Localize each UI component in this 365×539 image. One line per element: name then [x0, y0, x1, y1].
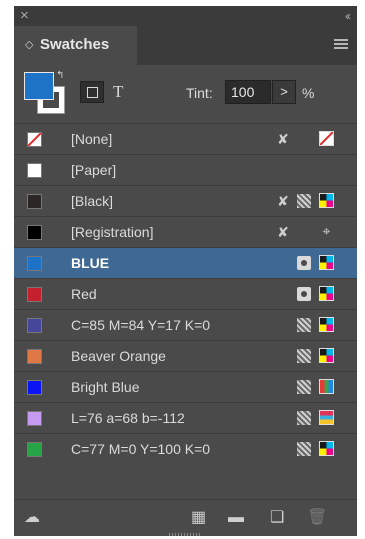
rgb-mode-icon: [319, 379, 334, 394]
swatches-panel: × ‹‹ ◇ Swatches ↰ T Tint: 100 > % [None]…: [14, 6, 357, 536]
swatch-row[interactable]: [Black] ✘: [14, 185, 357, 216]
swatch-name: [Registration]: [71, 224, 154, 240]
formatting-affects-container-icon[interactable]: [80, 81, 104, 103]
swatch-row[interactable]: L=76 a=68 b=-112: [14, 402, 357, 433]
tint-label: Tint:: [186, 85, 213, 101]
new-swatch-icon[interactable]: ❏: [270, 509, 284, 527]
swatch-color-chip: [27, 349, 42, 364]
close-icon[interactable]: ×: [20, 7, 29, 25]
tab-options-icon[interactable]: ◇: [25, 37, 33, 53]
spot-color-icon: [297, 256, 311, 270]
process-color-icon: [297, 411, 311, 425]
swatch-color-chip: [27, 194, 42, 209]
registration-icon: ⌖: [322, 223, 331, 239]
swatch-name: Beaver Orange: [71, 348, 166, 364]
swatch-color-chip: [27, 287, 42, 302]
none-color-icon: [319, 131, 334, 146]
swatch-color-chip: [27, 380, 42, 395]
swatch-name: C=77 M=0 Y=100 K=0: [71, 441, 211, 457]
lab-mode-icon: [319, 410, 334, 425]
swatch-name: [Black]: [71, 193, 114, 209]
swatch-color-chip: [27, 318, 42, 333]
swatch-row[interactable]: Bright Blue: [14, 371, 357, 402]
swap-fill-stroke-icon[interactable]: ↰: [56, 71, 64, 81]
swatch-name: Bright Blue: [71, 379, 140, 395]
process-color-icon: [297, 442, 311, 456]
cmyk-mode-icon: [319, 193, 334, 208]
panel-menu-icon[interactable]: [334, 39, 348, 50]
swatch-row[interactable]: [Paper]: [14, 154, 357, 185]
show-swatch-kinds-icon[interactable]: ▦: [191, 509, 206, 527]
panel-tab-row: ◇ Swatches: [14, 26, 357, 65]
swatch-row[interactable]: Red: [14, 278, 357, 309]
new-color-group-icon[interactable]: ▬: [228, 509, 244, 527]
process-color-icon: [297, 349, 311, 363]
formatting-affects-text-icon[interactable]: T: [113, 81, 123, 103]
cc-library-icon[interactable]: ☁: [24, 509, 40, 527]
process-color-icon: [297, 318, 311, 332]
non-editable-icon: ✘: [277, 224, 289, 240]
delete-swatch-icon[interactable]: 🗑: [307, 509, 327, 527]
tab-swatches[interactable]: ◇ Swatches: [14, 26, 137, 65]
swatch-name: [None]: [71, 131, 113, 147]
swatch-row[interactable]: [Registration] ✘ ⌖: [14, 216, 357, 247]
collapse-panel-icon[interactable]: ‹‹: [345, 7, 351, 25]
cmyk-mode-icon: [319, 286, 334, 301]
swatch-row[interactable]: Beaver Orange: [14, 340, 357, 371]
tint-input[interactable]: 100: [225, 80, 271, 104]
spot-color-icon: [297, 287, 311, 301]
swatch-color-chip: [27, 442, 42, 457]
swatch-row[interactable]: BLUE: [14, 247, 357, 278]
cmyk-mode-icon: [319, 255, 334, 270]
cmyk-mode-icon: [319, 348, 334, 363]
swatch-name: L=76 a=68 b=-112: [71, 410, 185, 426]
cmyk-mode-icon: [319, 317, 334, 332]
swatch-color-chip: [27, 163, 42, 178]
non-editable-icon: ✘: [277, 131, 289, 147]
non-editable-icon: ✘: [277, 193, 289, 209]
cmyk-mode-icon: [319, 441, 334, 456]
process-color-icon: [297, 194, 311, 208]
panel-titlebar: × ‹‹: [14, 6, 357, 26]
tint-slider-button[interactable]: >: [272, 80, 296, 104]
tint-percent-unit: %: [302, 85, 315, 101]
swatch-name: [Paper]: [71, 162, 117, 178]
panel-bottom-bar: ☁ ▦ ▬ ❏ 🗑: [14, 499, 357, 536]
process-color-icon: [297, 380, 311, 394]
fill-swatch-icon[interactable]: [24, 72, 54, 100]
tab-swatches-label: Swatches: [40, 36, 110, 53]
swatch-name: Red: [71, 286, 97, 302]
swatch-name: C=85 M=84 Y=17 K=0: [71, 317, 211, 333]
swatch-row[interactable]: [None] ✘: [14, 123, 357, 154]
swatch-name: BLUE: [71, 255, 110, 271]
swatch-color-chip: [27, 256, 42, 271]
fill-stroke-controls: ↰ T Tint: 100 > %: [14, 65, 357, 123]
swatch-color-chip: [27, 132, 42, 147]
swatch-color-chip: [27, 225, 42, 240]
swatch-list: [None] ✘ [Paper] [Black] ✘ [Registration] ✘ ⌖ BL…: [14, 123, 357, 464]
resize-grip[interactable]: [169, 533, 201, 536]
swatch-color-chip: [27, 411, 42, 426]
swatch-row[interactable]: C=77 M=0 Y=100 K=0: [14, 433, 357, 464]
swatch-row[interactable]: C=85 M=84 Y=17 K=0: [14, 309, 357, 340]
